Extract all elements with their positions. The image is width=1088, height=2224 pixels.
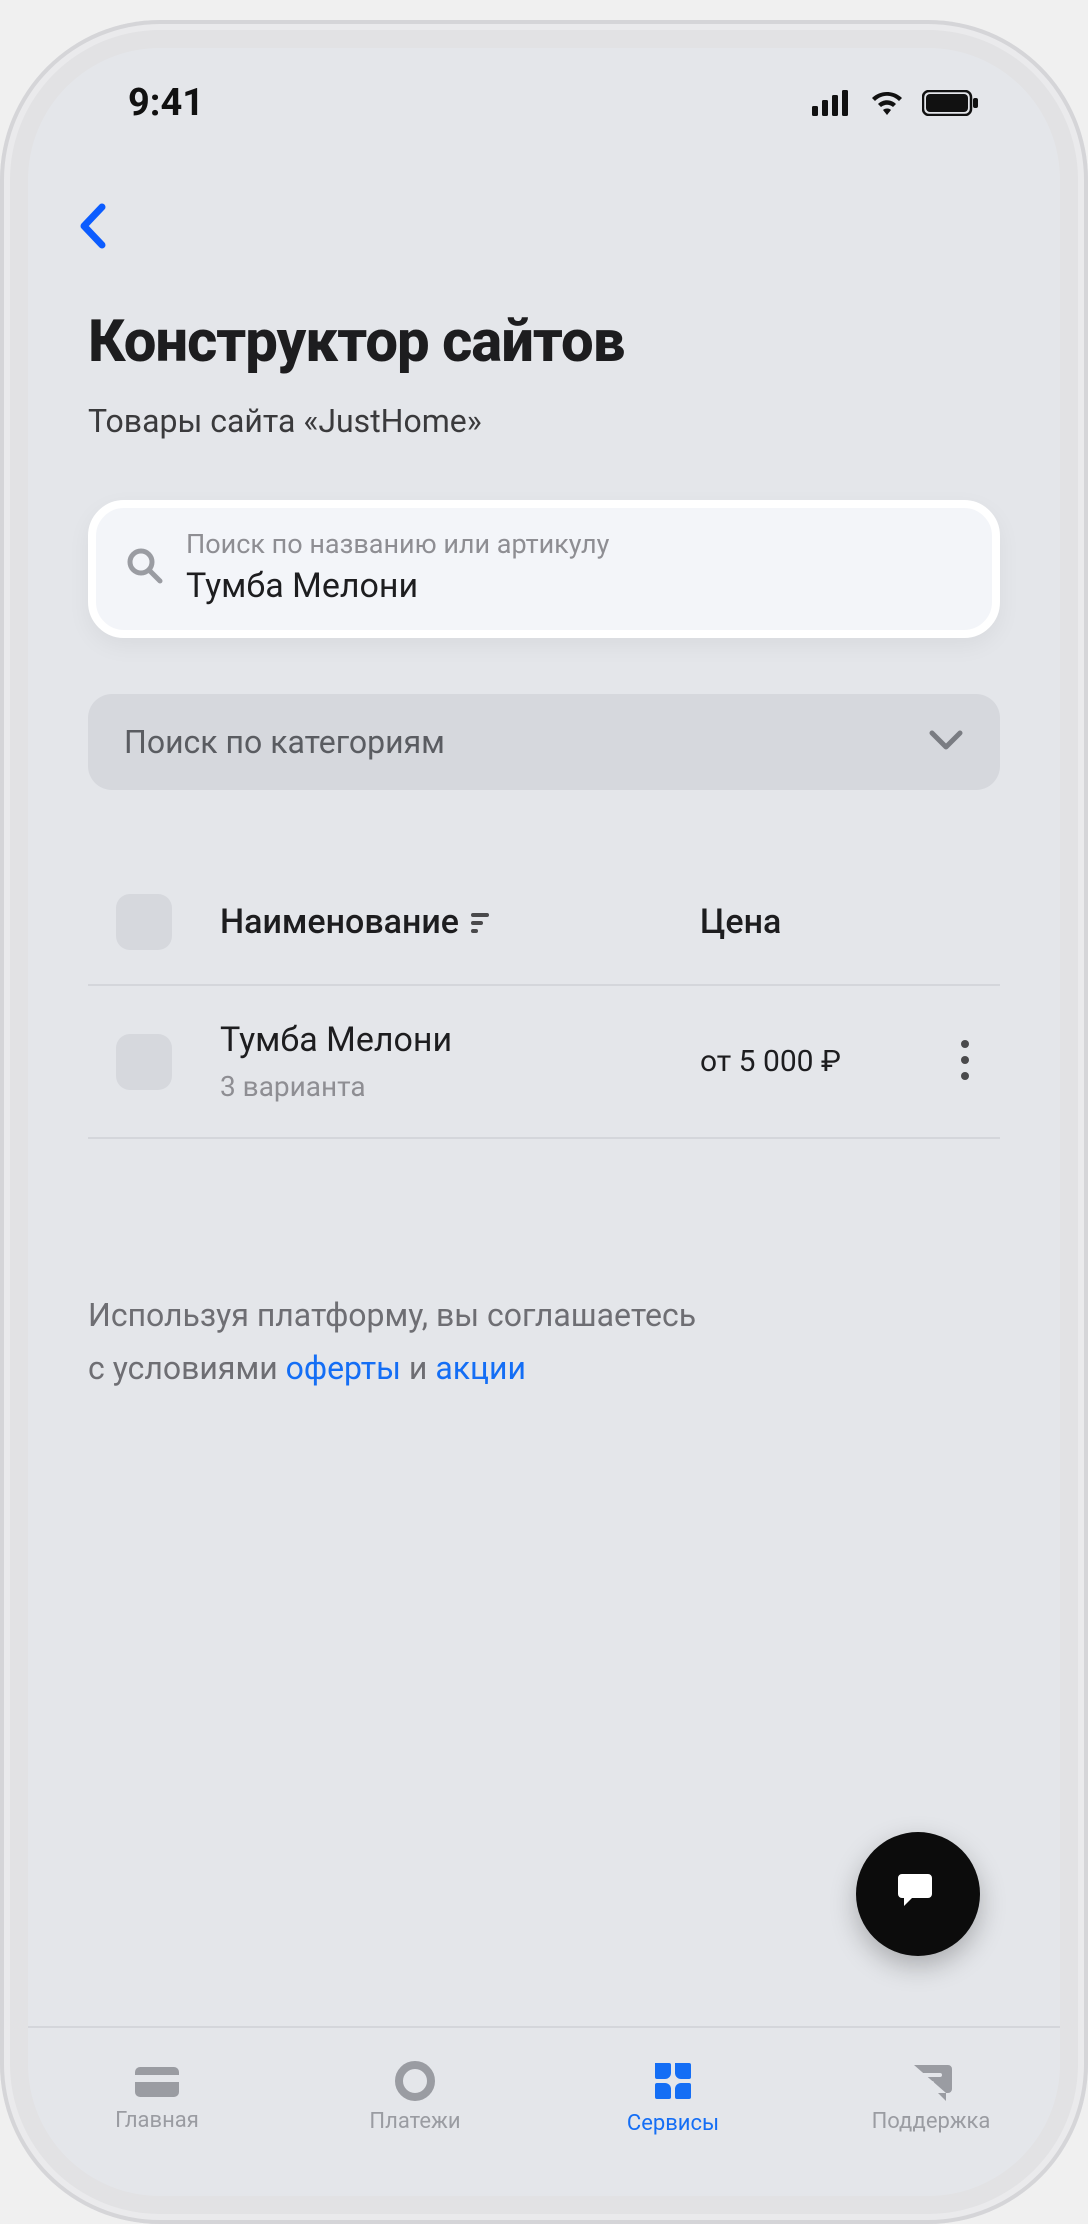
status-icons: [812, 89, 980, 117]
chat-fab[interactable]: [856, 1832, 980, 1956]
category-dropdown[interactable]: Поиск по категориям: [88, 694, 1000, 790]
tab-bar: Главная Платежи: [28, 2026, 1060, 2196]
table-row: Тумба Мелони 3 варианта от 5 000 ₽: [88, 986, 1000, 1139]
products-table: Наименование Цена: [88, 860, 1000, 1139]
tab-support[interactable]: Поддержка: [802, 2028, 1060, 2166]
item-name: Тумба Мелони: [220, 1020, 700, 1060]
row-name-cell[interactable]: Тумба Мелони 3 варианта: [220, 1020, 700, 1103]
nav-back: [28, 188, 1060, 268]
row-price-cell: от 5 000 ₽: [700, 1044, 930, 1079]
legal-link-promo[interactable]: акции: [435, 1349, 526, 1387]
column-price-header[interactable]: Цена: [700, 902, 930, 942]
more-icon: [960, 1039, 970, 1085]
tab-services[interactable]: Сервисы: [544, 2028, 802, 2166]
support-icon: [908, 2061, 954, 2101]
status-bar: 9:41: [28, 48, 1060, 158]
content: Конструктор сайтов Товары сайта «JustHom…: [28, 268, 1060, 2026]
search-icon: [124, 545, 164, 589]
chevron-down-icon: [928, 729, 964, 755]
tab-label: Платежи: [369, 2109, 460, 2134]
battery-icon: [922, 90, 980, 116]
tab-label: Главная: [115, 2108, 199, 2133]
device-side-button: [0, 780, 2, 930]
search-value: Тумба Мелони: [186, 566, 964, 606]
legal-line2-pre: с условиями: [88, 1349, 286, 1387]
table-header-row: Наименование Цена: [88, 860, 1000, 986]
chat-icon: [890, 1864, 946, 1924]
item-variants: 3 варианта: [220, 1070, 700, 1103]
search-text: Поиск по названию или артикулу Тумба Мел…: [186, 528, 964, 606]
legal-line1: Используя платформу, вы соглашаетесь: [88, 1296, 696, 1334]
tab-label: Поддержка: [872, 2109, 991, 2134]
category-label: Поиск по категориям: [124, 723, 445, 761]
back-button[interactable]: [78, 203, 106, 253]
row-checkbox[interactable]: [116, 1034, 172, 1090]
legal-text: Используя платформу, вы соглашаетесь с у…: [88, 1289, 1000, 1395]
page-title: Конструктор сайтов: [88, 308, 1000, 376]
select-all-checkbox[interactable]: [116, 894, 172, 950]
device-side-button: [0, 590, 2, 740]
card-icon: [132, 2062, 182, 2100]
page-subtitle: Товары сайта «JustHome»: [88, 402, 1000, 440]
item-price: от 5 000 ₽: [700, 1044, 841, 1079]
column-name-header[interactable]: Наименование: [220, 902, 700, 942]
wifi-icon: [868, 89, 906, 117]
row-actions[interactable]: [930, 1039, 1000, 1085]
status-time: 9:41: [128, 81, 204, 125]
device-frame: 9:41: [0, 20, 1088, 2224]
grid-icon: [651, 2059, 695, 2103]
sort-icon: [469, 910, 491, 934]
column-price-label: Цена: [700, 902, 781, 942]
signal-icon: [812, 90, 852, 116]
search-input[interactable]: Поиск по названию или артикулу Тумба Мел…: [88, 500, 1000, 638]
circle-icon: [395, 2061, 435, 2101]
device-side-button: [0, 450, 2, 530]
tab-label: Сервисы: [627, 2111, 719, 2136]
column-name-label: Наименование: [220, 902, 459, 942]
legal-mid: и: [401, 1349, 435, 1387]
legal-link-offer[interactable]: оферты: [286, 1349, 401, 1387]
tab-payments[interactable]: Платежи: [286, 2028, 544, 2166]
search-placeholder: Поиск по названию или артикулу: [186, 528, 964, 560]
screen: 9:41: [28, 48, 1060, 2196]
tab-home[interactable]: Главная: [28, 2028, 286, 2166]
